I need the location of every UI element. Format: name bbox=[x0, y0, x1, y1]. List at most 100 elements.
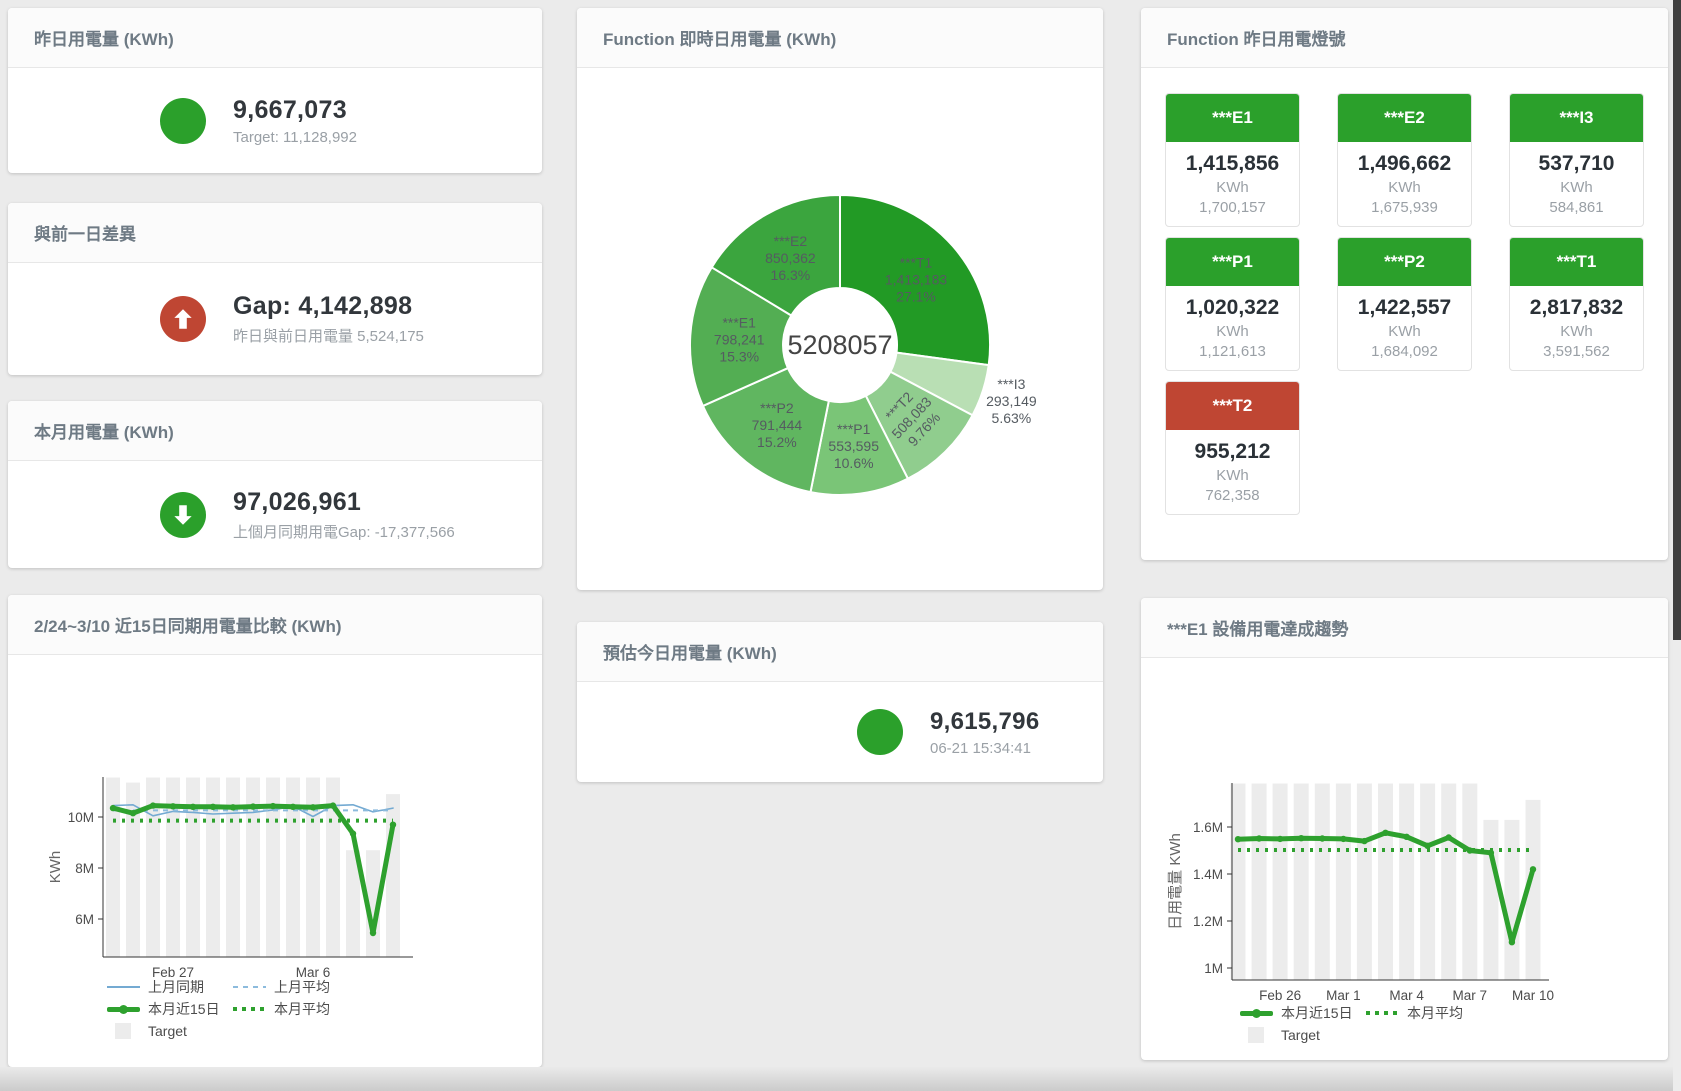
target-bar bbox=[106, 778, 120, 958]
trend-chart-legend: 本月近15日 本月平均 Target bbox=[1240, 1002, 1463, 1046]
kpi-value: 9,667,073 bbox=[233, 96, 357, 125]
legend-item-last-month[interactable]: 上月同期 bbox=[107, 977, 233, 997]
light-tile-alert: ***T2 955,212 KWh 762,358 bbox=[1165, 381, 1300, 515]
dashed-line-icon bbox=[233, 986, 266, 988]
compare-chart-legend: 上月同期 上月平均 本月近15日 本月平均 Target bbox=[107, 976, 330, 1042]
donut-slice-label: ***I3293,1495.63% bbox=[986, 376, 1037, 426]
x-tick-label: Feb 26 bbox=[1259, 988, 1301, 1003]
target-bar bbox=[386, 794, 400, 957]
kpi-value: Gap: 4,142,898 bbox=[233, 292, 424, 321]
tile-unit: KWh bbox=[1510, 179, 1643, 196]
tile-target: 584,861 bbox=[1510, 199, 1643, 216]
square-icon bbox=[115, 1023, 131, 1039]
tile-unit: KWh bbox=[1166, 323, 1299, 340]
scrollbar-thumb[interactable] bbox=[1673, 0, 1681, 640]
tile-header: ***E2 bbox=[1338, 94, 1471, 142]
legend-label: 本月近15日 bbox=[1281, 1003, 1353, 1023]
tile-value: 537,710 bbox=[1510, 152, 1643, 176]
target-bar bbox=[1399, 784, 1414, 981]
legend-label: Target bbox=[148, 1023, 187, 1039]
card-today-estimate: 預估今日用電量 (KWh) 9,615,796 06-21 15:34:41 bbox=[577, 622, 1103, 782]
card-title: 預估今日用電量 (KWh) bbox=[577, 622, 1103, 682]
legend-item-target[interactable]: Target bbox=[1240, 1027, 1366, 1043]
legend-label: 本月平均 bbox=[1407, 1003, 1463, 1023]
target-bar bbox=[1315, 784, 1330, 981]
light-tile: ***P2 1,422,557 KWh 1,684,092 bbox=[1337, 237, 1472, 371]
y-tick-label: 1.6M bbox=[1193, 820, 1223, 835]
card-title: Function 即時日用電量 (KWh) bbox=[577, 8, 1103, 68]
light-tile: ***E1 1,415,856 KWh 1,700,157 bbox=[1165, 93, 1300, 227]
tile-header: ***I3 bbox=[1510, 94, 1643, 142]
legend-item-this-month[interactable]: 本月近15日 bbox=[1240, 1003, 1366, 1023]
y-tick-label: 6M bbox=[75, 912, 94, 927]
tile-unit: KWh bbox=[1166, 467, 1299, 484]
tile-target: 3,591,562 bbox=[1510, 343, 1643, 360]
dashboard-page: { "kpi_cards": [ {"title":"昨日用電量 (KWh)",… bbox=[0, 0, 1681, 1091]
tile-header: ***E1 bbox=[1166, 94, 1299, 142]
target-bar bbox=[1252, 784, 1267, 981]
legend-item-this-month[interactable]: 本月近15日 bbox=[107, 999, 233, 1019]
target-bar bbox=[1294, 784, 1309, 981]
target-bar bbox=[1462, 784, 1477, 981]
card-15day-compare-chart: 2/24~3/10 近15日同期用電量比較 (KWh) 10M8M6MFeb 2… bbox=[8, 595, 542, 1067]
solid-line-icon bbox=[107, 986, 140, 988]
tile-value: 1,415,856 bbox=[1166, 152, 1299, 176]
dotted-line-icon bbox=[1366, 1011, 1399, 1015]
target-bar bbox=[1504, 820, 1519, 980]
kpi-subtitle: 昨日與前日用電量 5,524,175 bbox=[233, 325, 424, 346]
tile-value: 955,212 bbox=[1166, 440, 1299, 464]
trend-line-chart[interactable]: 1.6M1.4M1.2M1MFeb 26Mar 1Mar 4Mar 7Mar 1… bbox=[1141, 658, 1668, 1060]
y-tick-label: 8M bbox=[75, 861, 94, 876]
target-bar bbox=[1336, 784, 1351, 981]
status-circle-icon bbox=[857, 709, 903, 755]
square-icon bbox=[1248, 1027, 1264, 1043]
light-tile: ***E2 1,496,662 KWh 1,675,939 bbox=[1337, 93, 1472, 227]
legend-label: 上月平均 bbox=[274, 977, 330, 997]
legend-label: 本月近15日 bbox=[148, 999, 220, 1019]
target-bar bbox=[1231, 784, 1246, 981]
x-tick-label: Mar 10 bbox=[1512, 988, 1554, 1003]
target-bar bbox=[1273, 784, 1288, 981]
scrollbar-track[interactable] bbox=[1673, 0, 1681, 1091]
tile-target: 1,684,092 bbox=[1338, 343, 1471, 360]
light-tile: ***P1 1,020,322 KWh 1,121,613 bbox=[1165, 237, 1300, 371]
legend-item-target[interactable]: Target bbox=[107, 1023, 233, 1039]
tile-header: ***T2 bbox=[1166, 382, 1299, 430]
card-yesterday-lights: Function 昨日用電燈號 ***E1 1,415,856 KWh 1,70… bbox=[1141, 8, 1668, 560]
donut-center-total: 5208057 bbox=[787, 330, 892, 360]
tile-unit: KWh bbox=[1338, 323, 1471, 340]
card-title: 本月用電量 (KWh) bbox=[8, 401, 542, 461]
legend-label: Target bbox=[1281, 1027, 1320, 1043]
tile-value: 1,496,662 bbox=[1338, 152, 1471, 176]
card-title: 與前一日差異 bbox=[8, 203, 542, 263]
donut-chart[interactable]: 5208057 ***T11,413,18327.1%***I3293,1495… bbox=[577, 68, 1103, 590]
status-circle-icon bbox=[160, 98, 206, 144]
tile-value: 1,020,322 bbox=[1166, 296, 1299, 320]
tile-header: ***P2 bbox=[1338, 238, 1471, 286]
tile-unit: KWh bbox=[1166, 179, 1299, 196]
legend-label: 本月平均 bbox=[274, 999, 330, 1019]
light-tile: ***T1 2,817,832 KWh 3,591,562 bbox=[1509, 237, 1644, 371]
card-title: Function 昨日用電燈號 bbox=[1141, 8, 1668, 68]
y-tick-label: 1M bbox=[1204, 961, 1223, 976]
card-month-usage: 本月用電量 (KWh) 97,026,961 上個月同期用電Gap: -17,3… bbox=[8, 401, 542, 568]
y-tick-label: 10M bbox=[68, 810, 94, 825]
card-title: ***E1 設備用電達成趨勢 bbox=[1141, 598, 1668, 658]
card-yesterday-usage: 昨日用電量 (KWh) 9,667,073 Target: 11,128,992 bbox=[8, 8, 542, 173]
kpi-value: 97,026,961 bbox=[233, 488, 455, 517]
legend-label: 上月同期 bbox=[148, 977, 204, 997]
legend-item-last-month-avg[interactable]: 上月平均 bbox=[233, 977, 330, 997]
target-bar bbox=[1420, 784, 1435, 981]
card-title: 2/24~3/10 近15日同期用電量比較 (KWh) bbox=[8, 595, 542, 655]
tile-target: 1,700,157 bbox=[1166, 199, 1299, 216]
tile-header: ***P1 bbox=[1166, 238, 1299, 286]
legend-item-this-month-avg[interactable]: 本月平均 bbox=[233, 999, 330, 1019]
dotted-line-icon bbox=[233, 1007, 266, 1011]
tile-header: ***T1 bbox=[1510, 238, 1643, 286]
target-bar bbox=[1441, 784, 1456, 981]
card-gap-previous-day: 與前一日差異 Gap: 4,142,898 昨日與前日用電量 5,524,175 bbox=[8, 203, 542, 375]
kpi-subtitle: 06-21 15:34:41 bbox=[930, 740, 1039, 757]
y-axis-title: KWh bbox=[47, 851, 64, 884]
legend-item-this-month-avg[interactable]: 本月平均 bbox=[1366, 1003, 1463, 1023]
y-axis-title: 日用電量 KWh bbox=[1167, 833, 1184, 930]
